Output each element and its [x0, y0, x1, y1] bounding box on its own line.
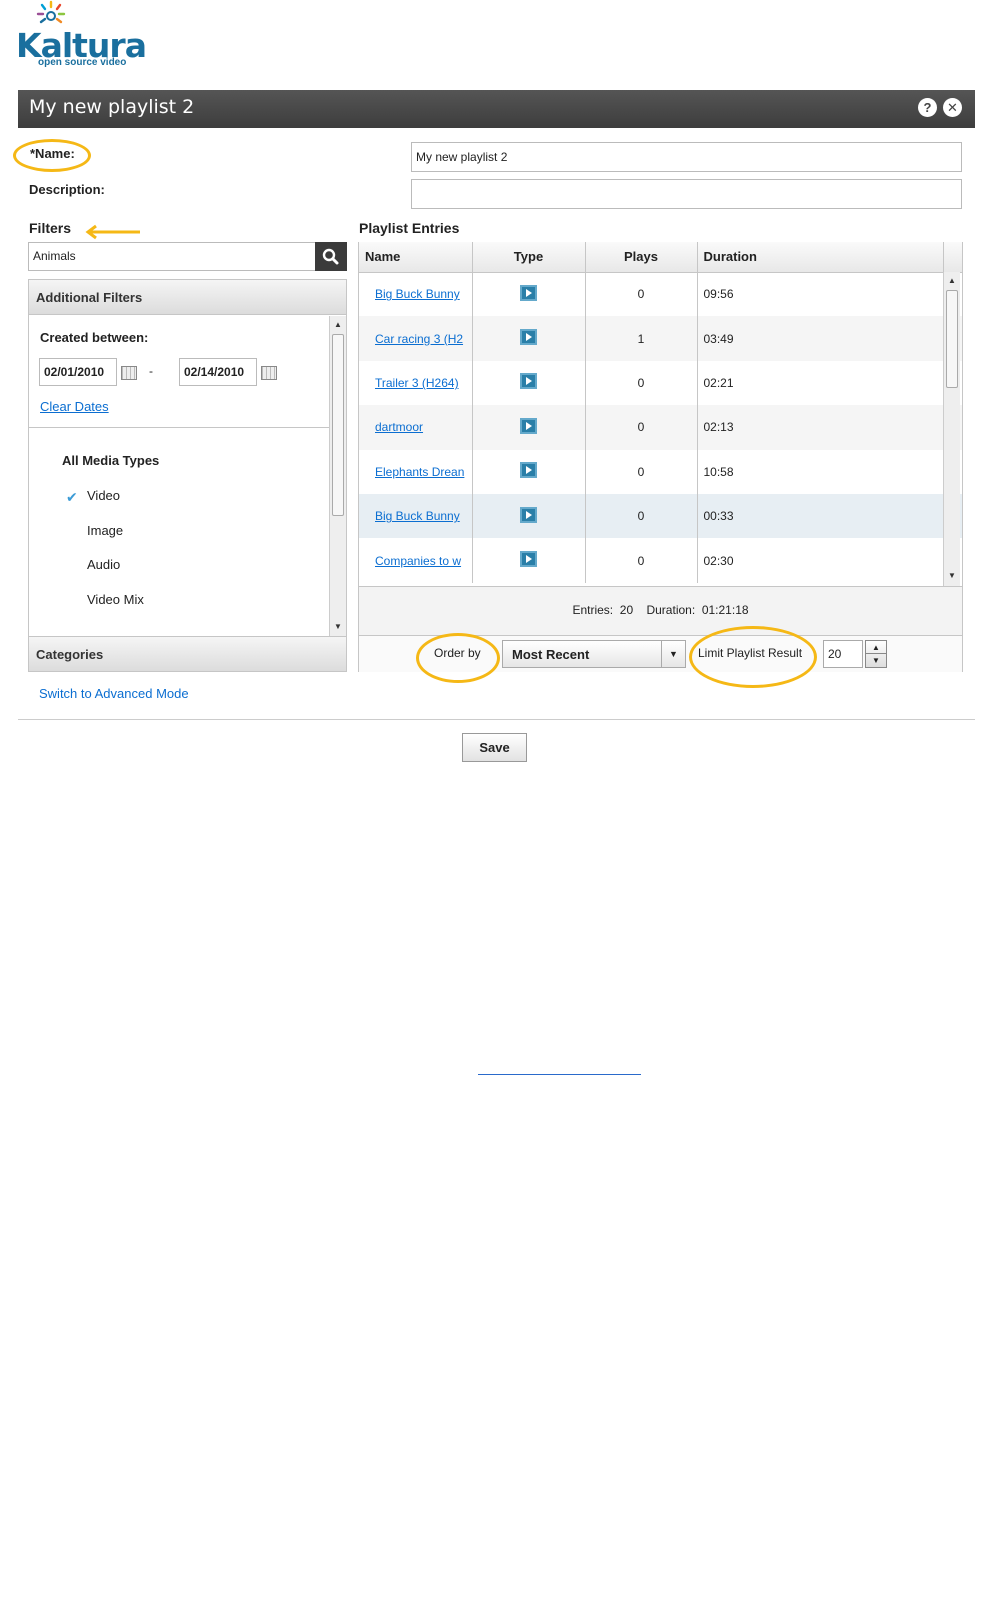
stepper-down-icon[interactable]: ▼	[866, 654, 886, 667]
playlist-scrollbar[interactable]: ▲ ▼	[943, 272, 960, 586]
description-field[interactable]	[411, 179, 962, 209]
media-type-video[interactable]: Video	[87, 488, 120, 503]
limit-stepper[interactable]: ▲ ▼	[865, 640, 887, 668]
column-header-name[interactable]: Name	[359, 242, 473, 273]
entry-plays: 0	[585, 405, 698, 450]
table-row-selected[interactable]: Big Buck Bunny 0 00:33	[359, 493, 962, 539]
filter-search-input[interactable]: Animals	[28, 242, 316, 271]
additional-filters-header[interactable]: Additional Filters	[29, 280, 346, 315]
arrow-annotation-icon	[85, 224, 140, 240]
date-from-input[interactable]: 02/01/2010	[39, 358, 117, 386]
video-type-icon	[520, 462, 537, 479]
media-type-video-mix[interactable]: Video Mix	[87, 592, 144, 607]
scroll-thumb[interactable]	[946, 290, 958, 388]
all-media-types[interactable]: All Media Types	[62, 453, 159, 468]
entry-name-link[interactable]: Big Buck Bunny	[375, 287, 460, 301]
checkmark-icon: ✔	[66, 489, 78, 505]
video-type-icon	[520, 329, 537, 346]
categories-header[interactable]: Categories	[29, 636, 346, 671]
media-type-image[interactable]: Image	[87, 523, 123, 538]
column-header-plays[interactable]: Plays	[585, 242, 698, 273]
logo-tagline: open source video	[38, 57, 127, 68]
entry-duration: 02:30	[697, 538, 944, 583]
video-type-icon	[520, 284, 537, 301]
table-row[interactable]: dartmoor 0 02:13	[359, 405, 962, 450]
entry-duration: 00:33	[697, 493, 944, 539]
description-label: Description:	[29, 182, 105, 197]
limit-input[interactable]: 20	[823, 640, 863, 668]
close-icon[interactable]: ✕	[943, 98, 962, 117]
kaltura-logo: Kaltura open source video	[16, 0, 156, 72]
stepper-up-icon[interactable]: ▲	[866, 641, 886, 654]
entry-duration: 02:21	[697, 360, 944, 406]
calendar-icon[interactable]	[121, 366, 137, 380]
search-button[interactable]	[315, 242, 347, 271]
entry-duration: 09:56	[697, 272, 944, 317]
additional-filters-panel: Additional Filters Created between: 02/0…	[28, 279, 347, 672]
save-button[interactable]: Save	[462, 733, 527, 762]
entry-name-link[interactable]: Trailer 3 (H264)	[375, 376, 459, 390]
name-field[interactable]: My new playlist 2	[411, 142, 962, 172]
underline-rule	[478, 1074, 641, 1075]
column-header-duration[interactable]: Duration	[697, 242, 944, 273]
playlist-table: Name Type Plays Duration Big Buck Bunny …	[359, 242, 962, 583]
search-icon	[322, 248, 339, 265]
dialog-title: My new playlist 2	[29, 96, 195, 118]
entry-name-link[interactable]: Big Buck Bunny	[375, 509, 460, 523]
advanced-mode-link[interactable]: Switch to Advanced Mode	[39, 686, 189, 701]
table-row[interactable]: Elephants Drean 0 10:58	[359, 449, 962, 494]
column-header-type[interactable]: Type	[472, 242, 586, 273]
table-row[interactable]: Companies to w 0 02:30	[359, 538, 962, 583]
video-type-icon	[520, 417, 537, 434]
entry-name-link[interactable]: Car racing 3 (H2	[375, 332, 463, 346]
footer-divider	[18, 719, 975, 720]
entry-duration: 03:49	[697, 316, 944, 361]
limit-label: Limit Playlist Result	[698, 646, 803, 660]
scroll-up-icon[interactable]: ▲	[944, 273, 960, 289]
entry-name-link[interactable]: Elephants Drean	[375, 465, 464, 479]
date-separator: -	[149, 364, 153, 378]
scroll-down-icon[interactable]: ▼	[330, 619, 346, 635]
created-between-label: Created between:	[40, 330, 149, 345]
scroll-up-icon[interactable]: ▲	[330, 317, 346, 333]
order-by-select[interactable]: Most Recent ▼	[502, 640, 686, 668]
entry-duration: 02:13	[697, 405, 944, 450]
entry-plays: 0	[585, 449, 698, 494]
order-by-value: Most Recent	[512, 647, 590, 662]
entries-summary: Entries: 20 Duration: 01:21:18	[359, 586, 962, 636]
entry-plays: 0	[585, 538, 698, 583]
clear-dates-link[interactable]: Clear Dates	[40, 399, 109, 414]
table-row[interactable]: Car racing 3 (H2 1 03:49	[359, 316, 962, 361]
filters-scrollbar[interactable]: ▲ ▼	[329, 316, 346, 636]
entry-plays: 0	[585, 493, 698, 539]
date-to-input[interactable]: 02/14/2010	[179, 358, 257, 386]
help-icon[interactable]: ?	[918, 98, 937, 117]
scroll-thumb[interactable]	[332, 334, 344, 516]
table-row[interactable]: Big Buck Bunny 0 09:56	[359, 272, 962, 317]
table-header-row: Name Type Plays Duration	[359, 242, 962, 273]
divider	[29, 427, 329, 428]
scroll-down-icon[interactable]: ▼	[944, 568, 960, 584]
order-by-label: Order by	[434, 646, 481, 660]
name-label: *Name:	[30, 146, 75, 161]
playlist-title: Playlist Entries	[359, 220, 460, 236]
calendar-icon[interactable]	[261, 366, 277, 380]
entry-duration: 10:58	[697, 449, 944, 494]
entry-plays: 0	[585, 272, 698, 317]
entry-name-link[interactable]: dartmoor	[375, 420, 423, 434]
table-row[interactable]: Trailer 3 (H264) 0 02:21	[359, 360, 962, 406]
video-type-icon	[520, 373, 537, 390]
entry-plays: 0	[585, 360, 698, 406]
dialog-titlebar: My new playlist 2 ? ✕	[18, 90, 975, 128]
entry-name-link[interactable]: Companies to w	[375, 554, 461, 568]
column-header-spacer	[943, 242, 962, 273]
media-type-audio[interactable]: Audio	[87, 557, 120, 572]
video-type-icon	[520, 551, 537, 568]
video-type-icon	[520, 506, 537, 523]
chevron-down-icon[interactable]: ▼	[661, 641, 685, 667]
entry-plays: 1	[585, 316, 698, 361]
filters-title: Filters	[29, 220, 72, 236]
